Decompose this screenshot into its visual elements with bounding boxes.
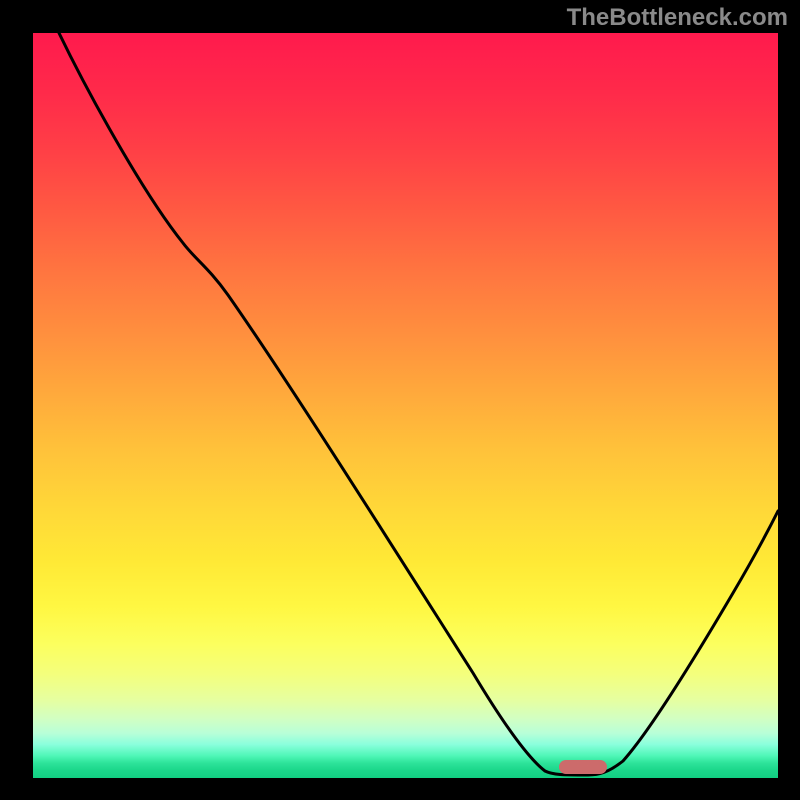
- curve-path: [59, 33, 778, 775]
- bottleneck-curve: [33, 33, 778, 778]
- chart-container: TheBottleneck.com: [0, 0, 800, 800]
- optimal-marker: [559, 760, 607, 774]
- watermark-text: TheBottleneck.com: [567, 4, 788, 32]
- plot-area: [33, 33, 778, 778]
